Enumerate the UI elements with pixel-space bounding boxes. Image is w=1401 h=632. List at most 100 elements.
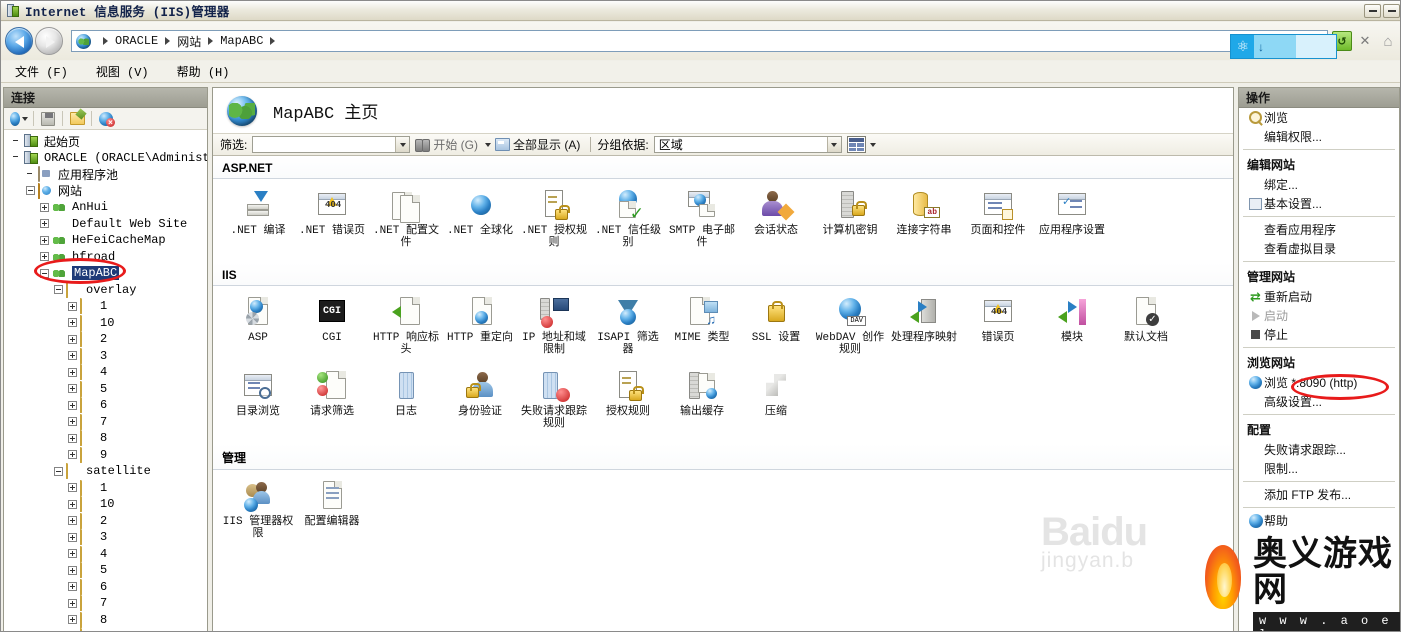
chevron-down-icon[interactable] — [395, 137, 410, 152]
expand-icon[interactable] — [68, 532, 77, 542]
expand-icon[interactable] — [40, 252, 49, 262]
expand-icon[interactable] — [68, 598, 77, 608]
feature-icon-session-state[interactable]: 会话状态 — [739, 179, 813, 253]
tree-node[interactable]: 7 — [6, 413, 207, 431]
baidu-download-widget[interactable]: ⚛ ↓ — [1230, 34, 1337, 59]
feature-icon-compression[interactable]: 压缩 — [739, 360, 813, 434]
feature-icon-net-authorization-rules[interactable]: .NET 授权规则 — [517, 179, 591, 253]
download-arrow-icon[interactable]: ↓ — [1258, 40, 1264, 54]
expand-icon[interactable] — [68, 417, 77, 427]
tree-node[interactable]: 3 — [6, 347, 207, 365]
home-icon[interactable]: ⌂ — [1378, 31, 1398, 51]
tree-node[interactable]: 应用程序池 — [6, 166, 207, 183]
collapse-icon[interactable] — [54, 285, 63, 295]
expand-icon[interactable] — [40, 219, 49, 229]
tree-node[interactable]: 6 — [6, 578, 207, 596]
feature-icon-ssl-settings[interactable]: SSL 设置 — [739, 286, 813, 360]
expand-icon[interactable] — [40, 235, 49, 245]
action-item[interactable]: 添加 FTP 发布... — [1239, 485, 1399, 504]
tree-node[interactable]: overlay — [6, 281, 207, 299]
tree-node[interactable]: 3 — [6, 529, 207, 546]
show-all-button[interactable]: 全部显示 (A) — [495, 136, 580, 153]
action-item[interactable]: 绑定... — [1239, 175, 1399, 194]
tree-node[interactable]: 9 — [6, 446, 207, 464]
expand-icon[interactable] — [68, 483, 77, 493]
tree-node[interactable]: 起始页 — [6, 133, 207, 150]
breadcrumb-item-server[interactable]: ORACLE — [115, 34, 158, 48]
tree-node[interactable]: Default Web Site — [6, 216, 207, 233]
breadcrumb[interactable]: ORACLE 网站 MapABC — [71, 30, 1328, 52]
collapse-icon[interactable] — [54, 466, 63, 476]
stop-icon[interactable]: ✕ — [1355, 31, 1375, 51]
expand-icon[interactable] — [68, 334, 77, 344]
connect-to-site-icon[interactable] — [68, 110, 86, 127]
expand-icon[interactable] — [68, 615, 77, 625]
tree-node[interactable]: 7 — [6, 595, 207, 612]
feature-icon-directory-browsing[interactable]: 目录浏览 — [221, 360, 295, 434]
action-item[interactable]: 限制... — [1239, 459, 1399, 478]
tree-node[interactable]: 8 — [6, 611, 207, 629]
action-item[interactable]: 编辑权限... — [1239, 127, 1399, 146]
action-item[interactable]: 失败请求跟踪... — [1239, 440, 1399, 459]
feature-icon-authorization-rules[interactable]: 授权规则 — [591, 360, 665, 434]
actions-list[interactable]: 浏览 编辑权限... 编辑网站 绑定... 基本设置... 查看应用程序 查看虚拟目录 管理网… — [1239, 108, 1399, 530]
feature-icon-request-filtering[interactable]: 请求筛选 — [295, 360, 369, 434]
tree-node[interactable]: MapABC — [6, 265, 207, 282]
feature-icon-http-response-headers[interactable]: HTTP 响应标头 — [369, 286, 443, 360]
expand-icon[interactable] — [40, 202, 49, 212]
expand-icon[interactable] — [68, 565, 77, 575]
tree-node[interactable]: 1 — [6, 479, 207, 497]
feature-icon-iis-manager-permissions[interactable]: IIS 管理器权限 — [221, 470, 295, 544]
tree-node[interactable]: HeFeiCacheMap — [6, 232, 207, 249]
feature-icon-configuration-editor[interactable]: 配置编辑器 — [295, 470, 369, 544]
action-item[interactable]: 浏览 *:8090 (http) — [1239, 373, 1399, 392]
feature-icon-mime-types[interactable]: ♫ MIME 类型 — [665, 286, 739, 360]
connect-icon[interactable] — [10, 110, 28, 127]
filter-input[interactable] — [252, 136, 411, 153]
tree-node[interactable]: ORACLE (ORACLE\Administrator) — [6, 150, 207, 167]
expand-icon[interactable] — [68, 549, 77, 559]
feature-icon-isapi-filters[interactable]: ISAPI 筛选器 — [591, 286, 665, 360]
expand-icon[interactable] — [68, 384, 77, 394]
action-item[interactable]: 停止 — [1239, 325, 1399, 344]
feature-icon-pages-and-controls[interactable]: 页面和控件 — [961, 179, 1035, 253]
feature-icon-net-error-pages[interactable]: 404 .NET 错误页 — [295, 179, 369, 253]
expand-icon[interactable] — [68, 367, 77, 377]
feature-icon-failed-request-tracing-rules[interactable]: 失败请求跟踪规则 — [517, 360, 591, 434]
disconnect-icon[interactable]: × — [97, 110, 115, 127]
tree-node[interactable]: 10 — [6, 314, 207, 332]
tree-node[interactable]: 2 — [6, 331, 207, 348]
filter-go-button[interactable]: 开始 (G) — [415, 136, 492, 153]
collapse-icon[interactable] — [40, 268, 49, 278]
expand-icon[interactable] — [68, 351, 77, 361]
feature-icon-net-globalization[interactable]: .NET 全球化 — [443, 179, 517, 253]
feature-icon-area[interactable]: ASP.NET .NET 编译 404 .NET 错误页 .NET 配置文件 .NET 全… — [213, 156, 1233, 631]
tree-node[interactable]: AnHui — [6, 199, 207, 216]
feature-icon-logging[interactable]: 日志 — [369, 360, 443, 434]
feature-icon-cgi[interactable]: CGI CGI — [295, 286, 369, 360]
feature-icon-webdav-authoring-rules[interactable]: DAV WebDAV 创作规则 — [813, 286, 887, 360]
tree-node[interactable]: 2 — [6, 512, 207, 530]
menu-help[interactable]: 帮助 (H) — [177, 63, 230, 80]
tree-node[interactable]: 5 — [6, 562, 207, 579]
feature-icon-default-document[interactable]: ✓ 默认文档 — [1109, 286, 1183, 360]
collapse-icon[interactable] — [26, 186, 35, 196]
feature-icon-handler-mappings[interactable]: 处理程序映射 — [887, 286, 961, 360]
expand-icon[interactable] — [68, 516, 77, 526]
tree-node[interactable]: 10 — [6, 496, 207, 513]
feature-icon-smtp-email[interactable]: SMTP 电子邮件 — [665, 179, 739, 253]
expand-icon[interactable] — [68, 499, 77, 509]
feature-icon-ip-address-domain-restrictions[interactable]: IP 地址和域限制 — [517, 286, 591, 360]
expand-icon[interactable] — [68, 582, 77, 592]
minimize-button[interactable] — [1364, 3, 1381, 18]
menu-view[interactable]: 视图 (V) — [96, 63, 149, 80]
tree-node[interactable]: 9 — [6, 628, 207, 631]
feature-icon-connection-strings[interactable]: ab 连接字符串 — [887, 179, 961, 253]
feature-icon-modules[interactable]: 模块 — [1035, 286, 1109, 360]
save-icon[interactable] — [39, 110, 57, 127]
chevron-down-icon[interactable] — [826, 137, 841, 152]
view-mode-dropdown-icon[interactable] — [869, 142, 876, 147]
tree-node[interactable]: 6 — [6, 397, 207, 414]
forward-arrow-icon[interactable] — [35, 27, 63, 55]
tree-node[interactable]: 5 — [6, 380, 207, 398]
